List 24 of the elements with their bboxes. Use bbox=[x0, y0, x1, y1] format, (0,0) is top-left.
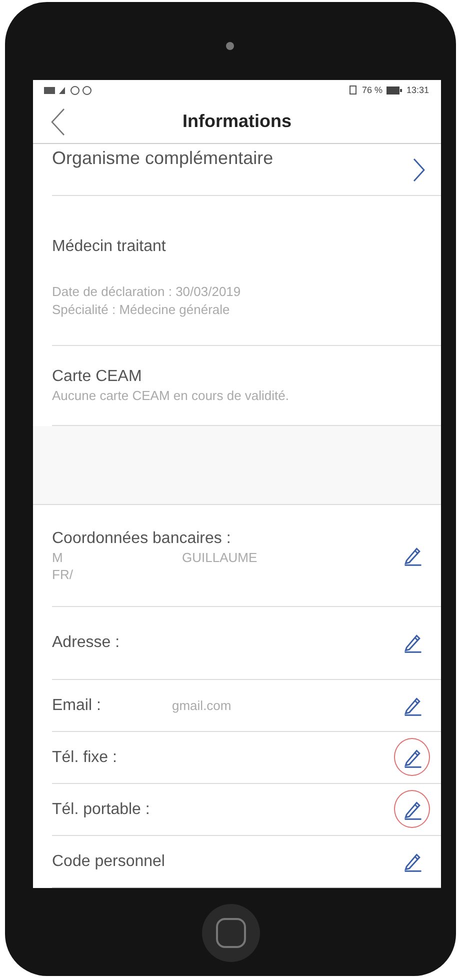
back-icon bbox=[51, 108, 65, 136]
row-title: Adresse : bbox=[52, 634, 121, 652]
screen-title: Informations bbox=[182, 111, 292, 132]
camera-lens bbox=[226, 42, 234, 50]
field-value: M bbox=[52, 550, 64, 564]
vibrate-icon bbox=[348, 85, 358, 96]
field-value: FR/ bbox=[52, 566, 74, 582]
clock-time: 13:31 bbox=[406, 85, 429, 96]
field-value: gmail.com bbox=[172, 698, 232, 713]
row-title: Tél. fixe : bbox=[52, 748, 118, 766]
detail-text: Aucune carte CEAM en cours de validité. bbox=[52, 388, 290, 403]
row-title: Médecin traitant bbox=[52, 238, 167, 256]
row-title: Organisme complémentaire bbox=[52, 148, 274, 168]
row-title: Carte CEAM bbox=[52, 368, 143, 386]
detail-text: Spécialité : Médecine générale bbox=[52, 302, 231, 317]
battery-icon bbox=[386, 86, 402, 95]
field-value: GUILLAUME bbox=[182, 550, 258, 564]
detail-text: Date de déclaration : 30/03/2019 bbox=[52, 284, 242, 299]
row-title: Coordonnées bancaires : bbox=[52, 530, 232, 548]
battery-level: 76 % bbox=[362, 85, 382, 96]
row-title: Email : bbox=[52, 696, 102, 714]
row-title: Code personnel bbox=[52, 852, 166, 870]
row-title: Tél. portable : bbox=[52, 800, 151, 818]
chevron-icon[interactable] bbox=[413, 158, 425, 182]
